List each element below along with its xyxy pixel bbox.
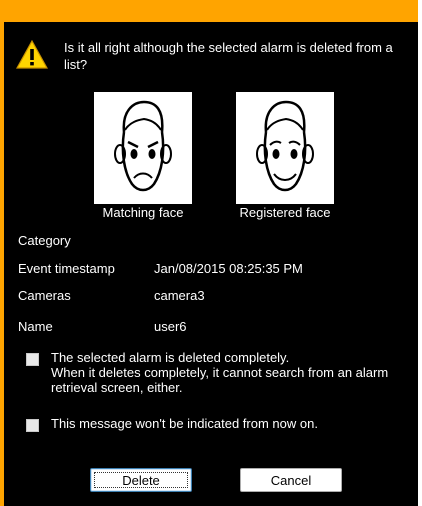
- dont-show-again-checkbox[interactable]: [26, 419, 39, 432]
- dialog-body: Is it all right although the selected al…: [4, 22, 418, 506]
- matching-face-image: [94, 92, 192, 204]
- confirm-delete-dialog: Is it all right although the selected al…: [0, 0, 418, 506]
- name-label: Name: [18, 319, 53, 334]
- name-value: user6: [154, 319, 187, 334]
- warning-icon: [16, 40, 48, 69]
- cancel-button-label: Cancel: [270, 473, 312, 488]
- delete-button[interactable]: Delete: [90, 468, 192, 492]
- event-timestamp-value: Jan/08/2015 08:25:35 PM: [154, 261, 303, 276]
- cameras-label: Cameras: [18, 288, 71, 303]
- cameras-value: camera3: [154, 288, 205, 303]
- delete-completely-label: The selected alarm is deleted completely…: [51, 350, 389, 395]
- registered-face-image: [236, 92, 334, 204]
- category-label: Category: [18, 233, 71, 248]
- confirm-message: Is it all right although the selected al…: [64, 40, 393, 72]
- angry-face-icon: [114, 100, 172, 192]
- delete-button-label: Delete: [122, 473, 160, 488]
- event-timestamp-label: Event timestamp: [18, 261, 115, 276]
- dont-show-again-label: This message won't be indicated from now…: [51, 416, 318, 431]
- matching-face-caption: Matching face: [102, 205, 184, 220]
- smiling-face-icon: [256, 100, 314, 192]
- cancel-button[interactable]: Cancel: [240, 468, 342, 492]
- registered-face-caption: Registered face: [239, 205, 331, 220]
- delete-completely-checkbox[interactable]: [26, 353, 39, 366]
